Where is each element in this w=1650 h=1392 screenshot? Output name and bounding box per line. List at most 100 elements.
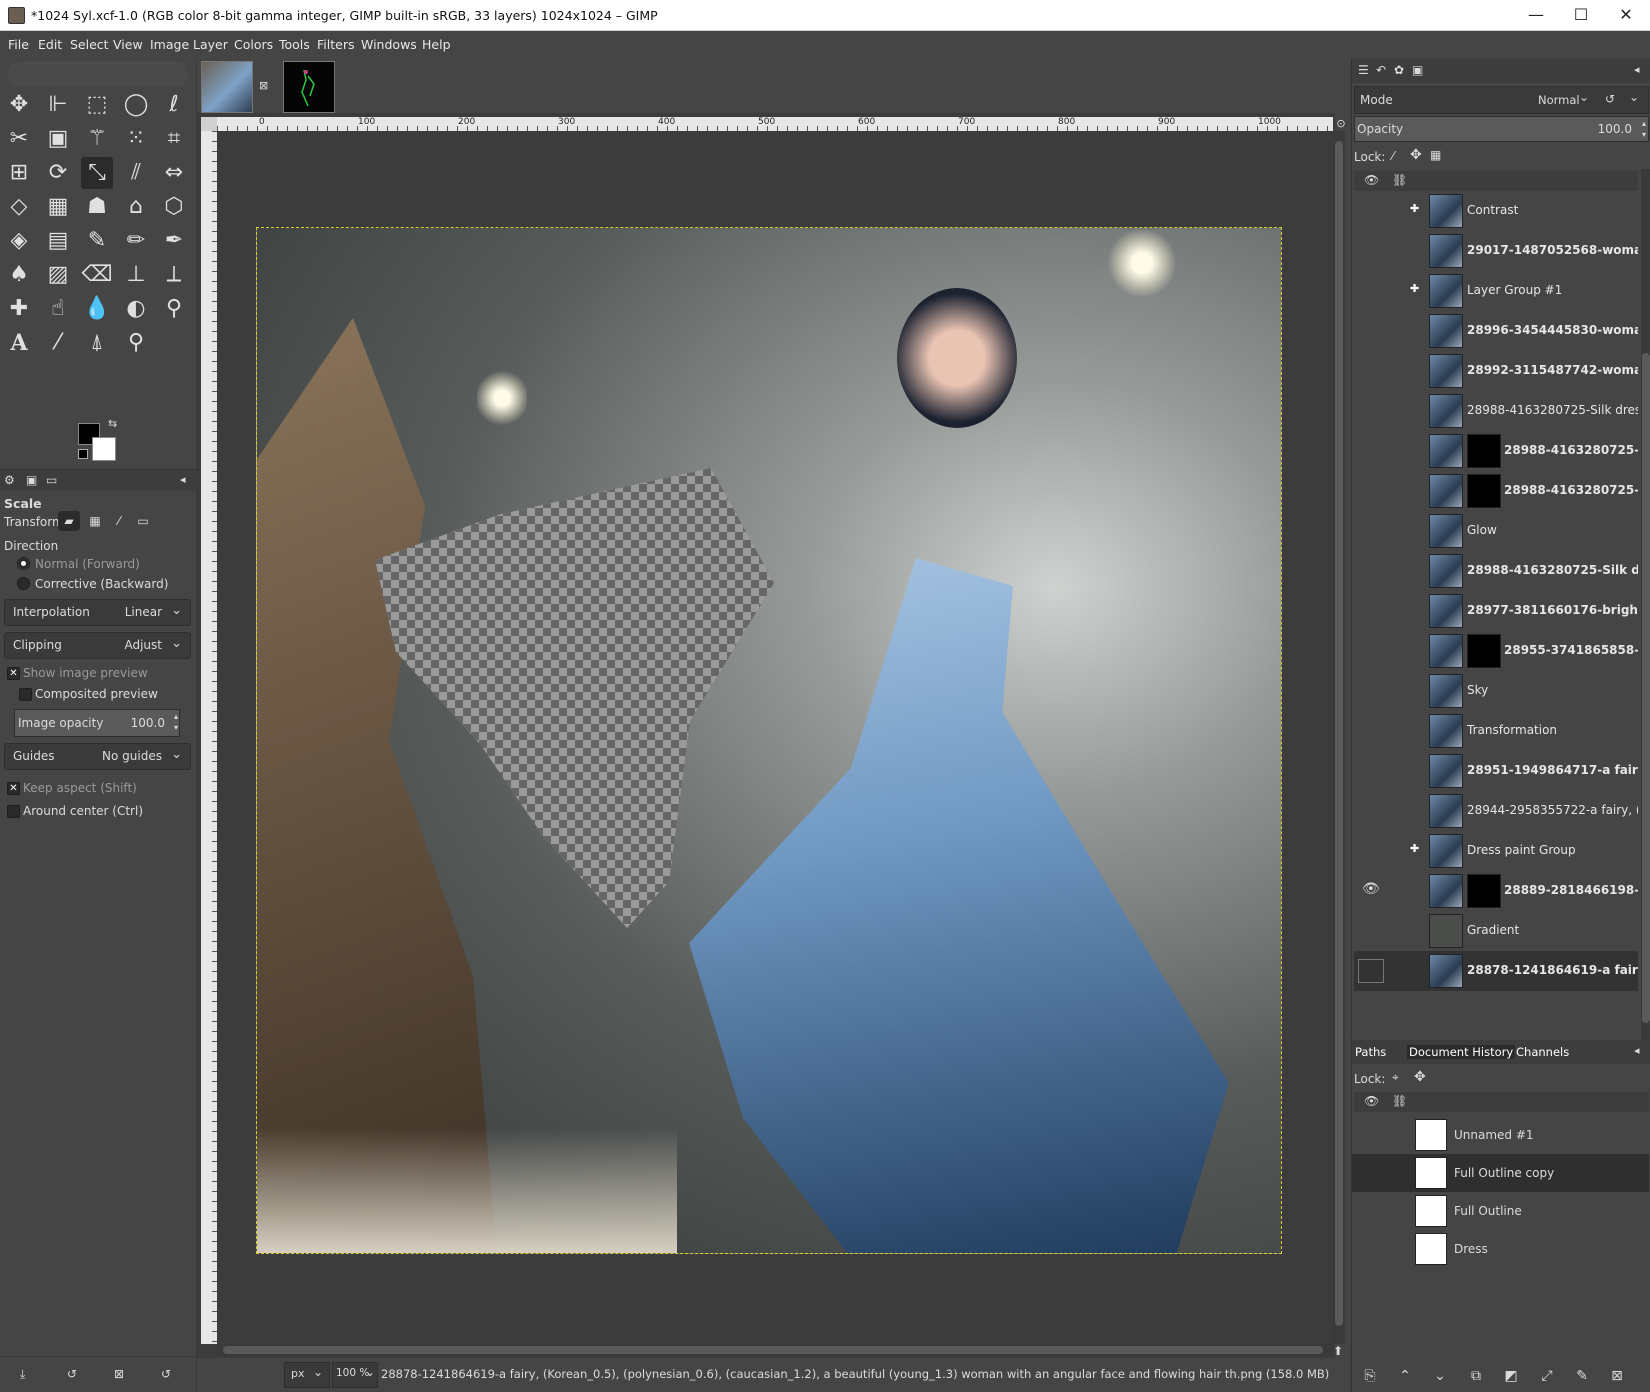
layers-tab-icon[interactable]: ☰: [1358, 63, 1369, 77]
layer-opacity-slider[interactable]: Opacity 100.0 ▴ ▾: [1354, 116, 1649, 142]
layer-mode-combo[interactable]: Mode Normal ⌄ ↺ ⌄: [1354, 86, 1649, 114]
quick-mask-toggle[interactable]: [201, 117, 217, 131]
vertical-ruler[interactable]: [201, 131, 217, 1344]
move-tool-icon[interactable]: ✥: [3, 89, 35, 121]
layer-row[interactable]: 28988-4163280725-Si: [1354, 431, 1638, 471]
menu-file[interactable]: File: [8, 37, 29, 52]
clipping-combo[interactable]: Clipping Adjust ⌄: [4, 632, 191, 659]
zoom-tool-icon[interactable]: ⚲: [120, 327, 152, 359]
flip-tool-icon[interactable]: ⇔: [158, 157, 190, 189]
device-status-tab-icon[interactable]: ▣: [26, 473, 37, 487]
mypaint-brush-icon[interactable]: ▨: [42, 259, 74, 291]
menu-tools[interactable]: Tools: [279, 37, 310, 52]
lock-position-icon[interactable]: ✥: [1410, 147, 1422, 163]
image-tab-outline[interactable]: [283, 61, 335, 113]
layer-mask-thumbnail[interactable]: [1467, 874, 1501, 908]
gradient-tool-icon[interactable]: ▤: [42, 225, 74, 257]
layer-row[interactable]: 29017-1487052568-woman w: [1354, 231, 1638, 271]
transform-selection-icon[interactable]: ▦: [84, 511, 106, 531]
layer-row[interactable]: 28996-3454445830-woman w: [1354, 311, 1638, 351]
duplicate-path-icon[interactable]: ⧉: [1463, 1364, 1489, 1388]
shear-tool-icon[interactable]: ⫽: [120, 157, 152, 189]
expand-group-icon[interactable]: ✚: [1410, 202, 1419, 215]
clone-tool-icon[interactable]: ⊥: [120, 259, 152, 291]
tab-menu-icon[interactable]: ◂: [180, 473, 186, 486]
menu-select[interactable]: Select: [70, 37, 109, 52]
layers-scrollbar-thumb[interactable]: [1642, 353, 1650, 1023]
align-tool-icon[interactable]: ⊩: [42, 89, 74, 121]
layer-row[interactable]: 28955-3741865858-a: [1354, 631, 1638, 671]
layer-row[interactable]: ✚ Layer Group #1: [1354, 271, 1638, 311]
lock-path-position-icon[interactable]: ✥: [1414, 1069, 1426, 1085]
layer-row[interactable]: ✚ Contrast: [1354, 191, 1638, 231]
layer-row[interactable]: Gradient: [1354, 911, 1638, 951]
show-preview-checkbox[interactable]: ✕: [7, 667, 20, 680]
selection-to-path-icon[interactable]: ⤢: [1534, 1364, 1560, 1388]
crop-tool-icon[interactable]: ⌗: [158, 123, 190, 155]
delete-preset-icon[interactable]: ⊠: [114, 1367, 124, 1381]
around-center-checkbox[interactable]: [7, 805, 20, 818]
direction-corrective-radio[interactable]: [17, 577, 30, 590]
layer-row[interactable]: 28988-4163280725-Silk dres: [1354, 551, 1638, 591]
layer-row[interactable]: 28988-4163280725-Silk dress, sil: [1354, 391, 1638, 431]
layers-list[interactable]: ✚ Contrast 29017-1487052568-woman w ✚ Layer …: [1354, 191, 1638, 1059]
brushes-tab-icon[interactable]: ✿: [1394, 63, 1404, 77]
paintbrush-icon[interactable]: ✎: [81, 225, 113, 257]
scissors-select-icon[interactable]: ✂: [3, 123, 35, 155]
warp-transform-icon[interactable]: ☗: [81, 191, 113, 223]
menu-view[interactable]: View: [113, 37, 143, 52]
background-color-swatch[interactable]: [92, 437, 116, 461]
layers-scrollbar[interactable]: [1641, 169, 1650, 1059]
blur-sharpen-icon[interactable]: 💧: [81, 293, 113, 325]
transform-path-icon[interactable]: ⁄: [108, 511, 130, 531]
color-select-icon[interactable]: ⁙: [120, 123, 152, 155]
layer-row[interactable]: ✚ Dress paint Group: [1354, 831, 1638, 871]
lasso-select-icon[interactable]: ℓ: [158, 89, 190, 121]
guides-combo[interactable]: Guides No guides ⌄: [4, 743, 191, 770]
visibility-eye-icon[interactable]: 👁: [1362, 881, 1380, 897]
raise-path-icon[interactable]: ⌃: [1392, 1364, 1418, 1388]
menu-image[interactable]: Image: [150, 37, 189, 52]
close-tab-icon[interactable]: ⊠: [259, 79, 268, 92]
layer-row[interactable]: 28977-3811660176-bright gl: [1354, 591, 1638, 631]
expand-group-icon[interactable]: ✚: [1410, 282, 1419, 295]
interpolation-combo[interactable]: Interpolation Linear ⌄: [4, 599, 191, 626]
close-window-button[interactable]: ✕: [1603, 0, 1649, 30]
menu-colors[interactable]: Colors: [234, 37, 273, 52]
unit-combo[interactable]: px ⌄: [284, 1362, 330, 1388]
path-row-selected[interactable]: Full Outline copy: [1352, 1154, 1649, 1192]
layer-row[interactable]: 28944-2958355722-a fairy, (Korea: [1354, 791, 1638, 831]
visibility-toggle[interactable]: [1358, 959, 1384, 983]
tab-document-history[interactable]: Document History: [1407, 1045, 1516, 1059]
fuzzy-select-icon[interactable]: ⚚: [81, 123, 113, 155]
delete-path-icon[interactable]: ⊠: [1604, 1364, 1630, 1388]
restore-preset-icon[interactable]: ↺: [67, 1367, 77, 1381]
perspective-clone-icon[interactable]: ⟂: [158, 259, 190, 291]
lock-path-strokes-icon[interactable]: ⌖: [1392, 1070, 1399, 1085]
path-row[interactable]: Full Outline: [1352, 1192, 1649, 1230]
ellipse-select-icon[interactable]: ◯: [120, 89, 152, 121]
new-path-icon[interactable]: ⎘: [1357, 1364, 1383, 1388]
heal-tool-icon[interactable]: ✚: [3, 293, 35, 325]
rect-select-icon[interactable]: ⬚: [81, 89, 113, 121]
layer-row[interactable]: Transformation: [1354, 711, 1638, 751]
minimize-button[interactable]: —: [1513, 0, 1559, 30]
eraser-icon[interactable]: ⌫: [81, 259, 113, 291]
path-row[interactable]: Unnamed #1: [1352, 1116, 1649, 1154]
horizontal-scrollbar[interactable]: [217, 1344, 1333, 1356]
perspective-tool-icon[interactable]: ◇: [3, 191, 35, 223]
horizontal-scrollbar-thumb[interactable]: [223, 1346, 1323, 1354]
panel-menu-icon[interactable]: ◂: [1634, 63, 1640, 76]
path-row[interactable]: Dress: [1352, 1230, 1649, 1268]
composited-preview-checkbox[interactable]: [19, 688, 32, 701]
menu-filters[interactable]: Filters: [317, 37, 354, 52]
tool-options-tab-icon[interactable]: ⚙: [4, 473, 15, 487]
tab-paths[interactable]: Paths: [1355, 1045, 1386, 1059]
foreground-select-icon[interactable]: ▣: [42, 123, 74, 155]
swap-colors-icon[interactable]: ⇆: [108, 417, 117, 430]
smudge-tool-icon[interactable]: ☝: [42, 293, 74, 325]
3d-transform-icon[interactable]: ▦: [42, 191, 74, 223]
maximize-button[interactable]: ☐: [1558, 0, 1604, 30]
measure-tool-icon[interactable]: ⍋: [81, 327, 113, 359]
handle-transform-icon[interactable]: ⬡: [158, 191, 190, 223]
